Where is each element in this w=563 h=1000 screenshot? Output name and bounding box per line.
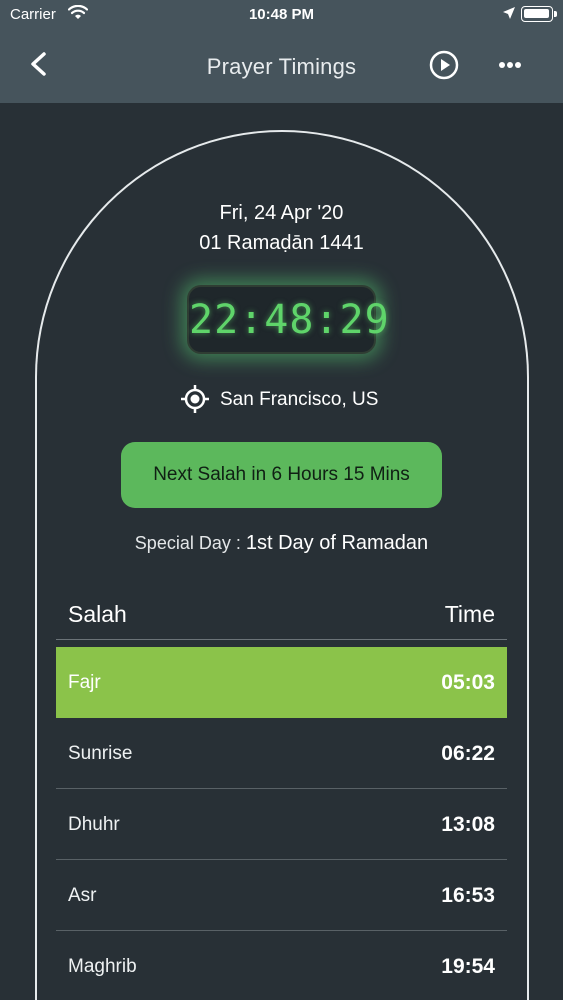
- gregorian-date: Fri, 24 Apr '20: [219, 202, 344, 224]
- table-header: Salah Time: [56, 595, 507, 640]
- special-day-value: 1st Day of Ramadan: [245, 532, 429, 554]
- play-circle-icon: [429, 50, 459, 80]
- page-title: Prayer Timings: [206, 54, 357, 79]
- prayer-name: Dhuhr: [68, 814, 120, 835]
- location-arrow-icon: [502, 6, 516, 24]
- status-time: 10:48 PM: [248, 6, 315, 23]
- table-row[interactable]: Maghrib 19:54: [56, 931, 507, 1000]
- location-target-icon: [180, 384, 210, 414]
- battery-charging-icon: [521, 6, 557, 22]
- prayer-name: Fajr: [68, 672, 101, 693]
- more-options-button[interactable]: [492, 49, 528, 81]
- prayer-name: Asr: [68, 885, 97, 906]
- prayer-time: 05:03: [441, 671, 495, 694]
- top-bar: Carrier 10:48 PM Prayer Timings: [0, 0, 563, 103]
- prayer-times-table: Salah Time Fajr 05:03 Sunrise 06:22 Dhuh…: [56, 595, 507, 1000]
- column-header-time: Time: [444, 601, 495, 627]
- digital-clock: 22:48:29: [187, 285, 390, 354]
- special-day-label: Special Day :: [134, 533, 246, 553]
- column-header-salah: Salah: [68, 601, 127, 627]
- play-button[interactable]: [428, 49, 460, 81]
- hijri-date: 01 Ramaḍān 1441: [199, 232, 364, 254]
- location-label: San Francisco, US: [220, 389, 379, 410]
- next-salah-button[interactable]: Next Salah in 6 Hours 15 Mins: [121, 442, 442, 508]
- status-bar: Carrier 10:48 PM: [0, 0, 563, 30]
- table-row[interactable]: Asr 16:53: [56, 860, 507, 931]
- prayer-time: 19:54: [441, 955, 495, 978]
- table-row[interactable]: Dhuhr 13:08: [56, 789, 507, 860]
- prayer-time: 13:08: [441, 813, 495, 836]
- special-day: Special Day : 1st Day of Ramadan: [0, 532, 563, 555]
- prayer-time: 06:22: [441, 742, 495, 765]
- prayer-name: Maghrib: [68, 956, 137, 977]
- prayer-name: Sunrise: [68, 743, 133, 764]
- more-dots-icon: [499, 62, 521, 68]
- clock-time: 22:48:29: [189, 297, 390, 343]
- table-row[interactable]: Sunrise 06:22: [56, 718, 507, 789]
- table-row[interactable]: Fajr 05:03: [56, 647, 507, 718]
- navigation-bar: Prayer Timings: [0, 40, 563, 95]
- prayer-time: 16:53: [441, 884, 495, 907]
